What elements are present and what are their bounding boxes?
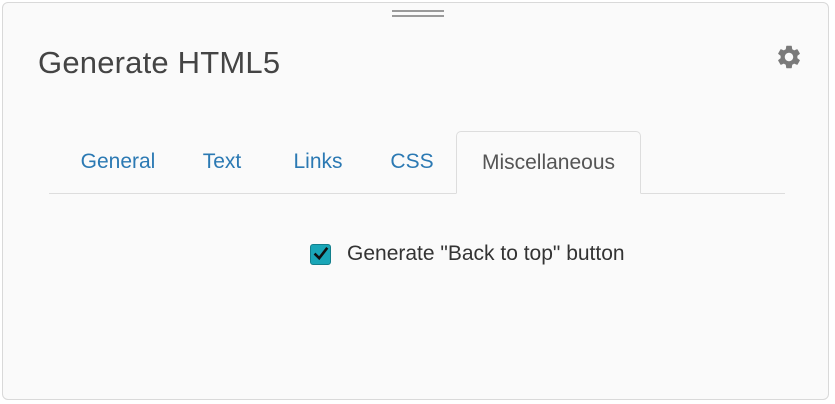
drag-handle-line bbox=[392, 15, 444, 17]
tab-bar: General Text Links CSS Miscellaneous bbox=[49, 131, 785, 194]
back-to-top-checkbox[interactable] bbox=[310, 243, 331, 265]
back-to-top-option: Generate "Back to top" button bbox=[310, 239, 625, 269]
tab-general[interactable]: General bbox=[63, 131, 173, 193]
generate-html5-dialog: Generate HTML5 General Text Links CSS Mi… bbox=[2, 2, 829, 400]
back-to-top-label[interactable]: Generate "Back to top" button bbox=[347, 242, 625, 266]
tab-miscellaneous[interactable]: Miscellaneous bbox=[456, 131, 641, 194]
drag-handle-line bbox=[392, 10, 444, 12]
drag-handle-icon[interactable] bbox=[392, 9, 444, 19]
tab-links[interactable]: Links bbox=[281, 131, 355, 193]
tab-css[interactable]: CSS bbox=[379, 131, 445, 193]
checkmark-icon bbox=[313, 246, 329, 260]
gear-icon[interactable] bbox=[775, 43, 803, 71]
dialog-title: Generate HTML5 bbox=[38, 45, 281, 80]
tab-text[interactable]: Text bbox=[189, 131, 255, 193]
